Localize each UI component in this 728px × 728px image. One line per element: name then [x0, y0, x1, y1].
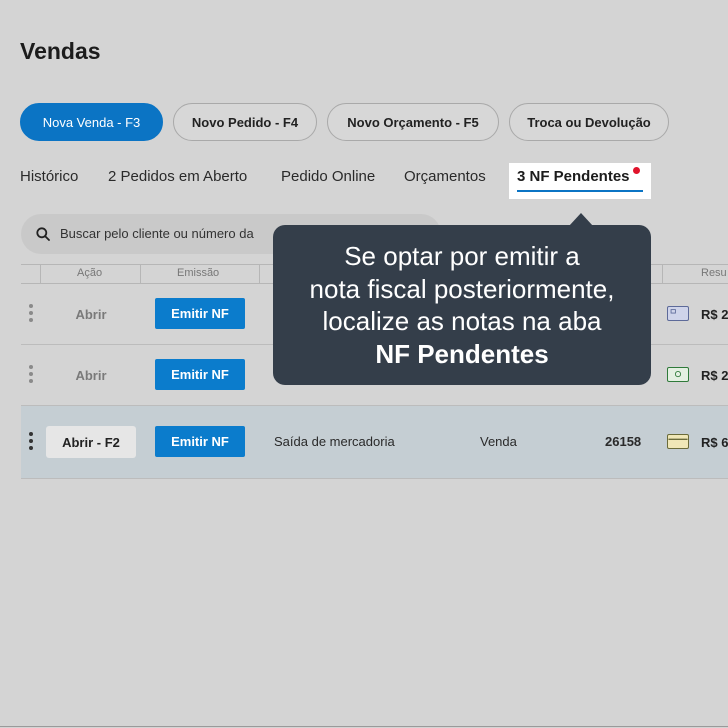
open-button[interactable]: Abrir [47, 307, 135, 322]
header-action: Ação [77, 267, 103, 279]
row-type: Saída de mercadoria [274, 434, 395, 449]
amount: R$ 2 [701, 307, 728, 322]
tooltip-line: Se optar por emitir a [344, 241, 580, 271]
search-icon [36, 227, 50, 241]
emit-nf-button[interactable]: Emitir NF [155, 298, 245, 329]
exchange-return-button[interactable]: Troca ou Devolução [509, 103, 669, 141]
notification-dot [633, 167, 640, 174]
tooltip-line: localize as notas na aba [322, 306, 602, 336]
tooltip-line: nota fiscal posteriormente, [309, 273, 615, 304]
row-number: 26158 [605, 434, 642, 449]
header-summary: Resu [701, 267, 727, 279]
amount: R$ 2 [701, 368, 728, 383]
row-menu-icon[interactable] [29, 365, 33, 386]
tooltip-highlight: NF Pendentes [375, 338, 549, 369]
tab-pending-nf[interactable]: 3 NF Pendentes [509, 163, 651, 199]
amount: R$ 6 [701, 435, 728, 450]
cash-icon [667, 367, 689, 382]
active-tab-underline [517, 190, 643, 192]
open-f2-button[interactable]: Abrir - F2 [46, 426, 136, 458]
emit-nf-button[interactable]: Emitir NF [155, 359, 245, 390]
card-icon [667, 434, 689, 449]
onboarding-tooltip: Se optar por emitir a nota fiscal poster… [273, 213, 651, 385]
row-menu-icon[interactable] [29, 432, 33, 453]
tab-open-orders[interactable]: 2 Pedidos em Aberto [108, 168, 247, 185]
new-sale-button[interactable]: Nova Venda - F3 [20, 103, 163, 141]
open-button[interactable]: Abrir [47, 368, 135, 383]
tooltip-arrow [569, 213, 593, 226]
row-menu-icon[interactable] [29, 304, 33, 325]
tab-pending-nf-label: 3 NF Pendentes [517, 168, 630, 185]
tab-online-order[interactable]: Pedido Online [281, 168, 375, 185]
tab-quotes[interactable]: Orçamentos [404, 168, 486, 185]
page-title: Vendas [20, 38, 101, 64]
divider [0, 726, 728, 727]
credit-card-icon [667, 306, 689, 321]
search-input[interactable]: Buscar pelo cliente ou número da [60, 226, 254, 241]
tab-history[interactable]: Histórico [20, 168, 78, 185]
table-row[interactable]: Abrir - F2 Emitir NF Saída de mercadoria… [21, 406, 728, 479]
header-emission: Emissão [177, 267, 220, 279]
new-order-button[interactable]: Novo Pedido - F4 [173, 103, 317, 141]
row-operation: Venda [480, 434, 517, 449]
new-quote-button[interactable]: Novo Orçamento - F5 [327, 103, 499, 141]
emit-nf-button[interactable]: Emitir NF [155, 426, 245, 457]
